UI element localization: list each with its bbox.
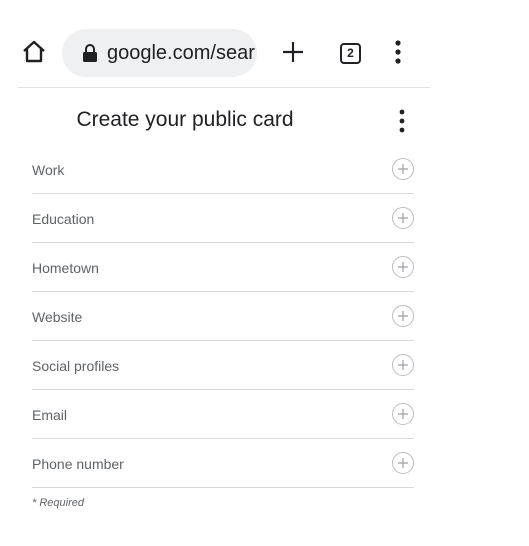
more-vert-icon[interactable] <box>388 38 408 66</box>
add-circle-icon[interactable] <box>392 158 414 180</box>
add-circle-icon[interactable] <box>392 452 414 474</box>
field-row-social-profiles[interactable]: Social profiles <box>32 341 414 390</box>
url-text: google.com/sear <box>107 42 255 64</box>
field-row-hometown[interactable]: Hometown <box>32 243 414 292</box>
page-title: Create your public card <box>76 108 294 131</box>
home-icon[interactable] <box>20 38 48 66</box>
field-label: Hometown <box>32 260 99 276</box>
field-row-website[interactable]: Website <box>32 292 414 341</box>
add-circle-icon[interactable] <box>392 305 414 327</box>
field-label: Social profiles <box>32 358 120 374</box>
field-label: Work <box>32 162 65 178</box>
address-bar[interactable]: google.com/sear <box>62 29 257 77</box>
field-list: Work Education Hometown Website Social p… <box>32 145 414 488</box>
required-note: * Required <box>32 497 84 509</box>
plus-icon[interactable] <box>281 40 305 64</box>
card-more-vert-icon[interactable] <box>392 108 412 134</box>
add-circle-icon[interactable] <box>392 256 414 278</box>
toolbar-divider <box>18 87 430 88</box>
field-label: Website <box>32 309 83 325</box>
field-label: Phone number <box>32 456 124 472</box>
add-circle-icon[interactable] <box>392 403 414 425</box>
field-row-work[interactable]: Work <box>32 145 414 194</box>
field-label: Email <box>32 407 68 423</box>
lock-icon <box>82 43 98 63</box>
field-row-phone-number[interactable]: Phone number <box>32 439 414 488</box>
field-row-email[interactable]: Email <box>32 390 414 439</box>
field-row-education[interactable]: Education <box>32 194 414 243</box>
add-circle-icon[interactable] <box>392 207 414 229</box>
field-label: Education <box>32 211 95 227</box>
tab-switcher-button[interactable]: 2 <box>340 43 361 64</box>
add-circle-icon[interactable] <box>392 354 414 376</box>
browser-toolbar: google.com/sear 2 <box>0 0 440 88</box>
